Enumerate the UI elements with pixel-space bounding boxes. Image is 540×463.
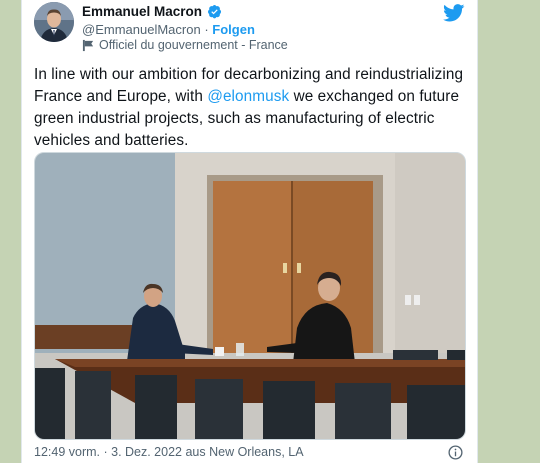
handle-row: @EmmanuelMacron · Folgen bbox=[82, 22, 255, 37]
twitter-bird-icon[interactable] bbox=[443, 4, 465, 22]
display-name[interactable]: Emmanuel Macron bbox=[82, 4, 202, 19]
follow-button[interactable]: Folgen bbox=[212, 22, 255, 37]
tweet-text: In line with our ambition for decarboniz… bbox=[34, 64, 464, 152]
tweet-card: Emmanuel Macron @EmmanuelMacron · Folgen… bbox=[21, 0, 478, 463]
government-label[interactable]: Officiel du gouvernement - France bbox=[99, 38, 288, 52]
tweet-photo[interactable] bbox=[34, 152, 466, 440]
handle[interactable]: @EmmanuelMacron bbox=[82, 22, 201, 37]
tweet-timestamp[interactable]: 12:49 vorm. · 3. Dez. 2022 aus New Orlea… bbox=[34, 445, 304, 459]
government-flag-icon bbox=[82, 39, 94, 51]
avatar[interactable] bbox=[34, 2, 74, 42]
government-label-row: Officiel du gouvernement - France bbox=[82, 38, 288, 52]
mention-link[interactable]: @elonmusk bbox=[207, 88, 289, 105]
separator: · bbox=[204, 22, 209, 37]
meeting-photo-image bbox=[35, 153, 465, 439]
avatar-image bbox=[34, 2, 74, 42]
verified-badge-icon bbox=[208, 4, 222, 19]
info-icon[interactable] bbox=[448, 445, 463, 460]
name-row: Emmanuel Macron bbox=[82, 4, 222, 19]
